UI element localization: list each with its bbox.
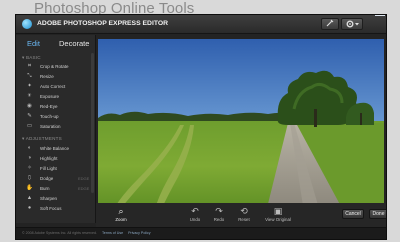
zoom-label: Zoom	[115, 217, 127, 222]
tool-highlight[interactable]: ◑ Highlight	[26, 154, 96, 163]
tool-label: Touch-up	[40, 114, 59, 119]
tools-icon[interactable]	[321, 18, 339, 30]
tool-label: Red-Eye	[40, 104, 58, 109]
mode-tabs: Edit Decorate	[16, 35, 96, 51]
footer-text: © 2008 Adobe Systems Inc. All rights res…	[22, 231, 151, 235]
photo-canvas[interactable]	[98, 39, 384, 212]
settings-menu-button[interactable]	[341, 18, 363, 30]
soft-focus-icon: ●	[27, 205, 32, 211]
tool-resize[interactable]: ⤡ Resize	[26, 72, 96, 81]
landscape-photo	[98, 39, 384, 212]
editor-bottom-toolbar: ⌕ Zoom ↶ Undo ↷ Redo ⟲ Reset ▣ View Orig…	[96, 203, 386, 227]
tool-exposure[interactable]: ☀ Exposure	[26, 92, 96, 101]
tab-edit[interactable]: Edit	[27, 39, 40, 48]
tool-crop-rotate[interactable]: ⌗ Crop & Rotate	[26, 62, 96, 71]
magnifier-icon: ⌕	[118, 206, 124, 216]
tool-hint: EDGE	[78, 186, 90, 191]
redo-icon: ↷	[215, 206, 223, 216]
tool-red-eye[interactable]: ◉ Red-Eye	[26, 102, 96, 111]
close-icon: ×	[378, 15, 383, 16]
undo-button[interactable]: ↶ Undo	[182, 206, 208, 226]
tool-label: Sharpen	[40, 196, 58, 201]
tab-decorate[interactable]: Decorate	[59, 39, 89, 48]
tool-label: Fill Light	[40, 166, 57, 171]
tool-soft-focus[interactable]: ● Soft Focus	[26, 204, 96, 213]
dodge-icon: ⬯	[27, 175, 32, 181]
touch-up-icon: ✎	[27, 113, 32, 119]
tools-icon-glyph	[326, 19, 334, 27]
undo-icon: ↶	[191, 206, 199, 216]
cancel-button[interactable]: Cancel	[342, 209, 364, 219]
tool-sharpen[interactable]: ▲ Sharpen	[26, 194, 96, 203]
resize-icon: ⤡	[27, 73, 32, 79]
tool-label: Highlight	[40, 156, 58, 161]
tool-label: Exposure	[40, 94, 60, 99]
view-original-icon: ▣	[273, 206, 283, 216]
photoshop-express-logo-icon	[22, 19, 32, 29]
tools-sidebar: Edit Decorate ▾ BASIC ⌗ Crop & Rotate ⤡ …	[16, 35, 96, 223]
view-original-button[interactable]: ▣ View Original	[259, 206, 297, 226]
highlight-icon: ◑	[27, 155, 32, 161]
undo-label: Undo	[189, 217, 201, 222]
tool-label: White Balance	[40, 146, 70, 151]
editor-footer: © 2008 Adobe Systems Inc. All rights res…	[16, 227, 386, 239]
tool-hint: EDGE	[78, 176, 90, 181]
redo-button[interactable]: ↷ Redo	[206, 206, 232, 226]
gear-icon	[346, 20, 359, 28]
copyright-text: © 2008 Adobe Systems Inc. All rights res…	[22, 231, 97, 235]
white-balance-icon: ◐	[27, 145, 32, 151]
exposure-icon: ☀	[27, 93, 32, 99]
sidebar-scrollbar[interactable]	[91, 53, 94, 193]
tool-fill-light[interactable]: ✧ Fill Light	[26, 164, 96, 173]
adjustments-section-header[interactable]: ▾ ADJUSTMENTS	[22, 136, 62, 142]
tool-label: Auto Correct	[40, 84, 66, 89]
editor-title-bar: ADOBE PHOTOSHOP EXPRESS EDITOR	[16, 15, 386, 34]
red-eye-icon: ◉	[27, 103, 32, 109]
basic-section-header[interactable]: ▾ BASIC	[22, 55, 41, 61]
tool-burn[interactable]: ✋ Burn EDGE	[26, 184, 96, 193]
privacy-policy-link[interactable]: Privacy Policy	[128, 231, 150, 235]
redo-label: Redo	[213, 217, 225, 222]
saturation-icon: ▭	[26, 123, 33, 129]
zoom-button[interactable]: ⌕ Zoom	[108, 206, 134, 226]
auto-correct-icon: ✦	[27, 83, 32, 89]
sharpen-icon: ▲	[26, 195, 33, 201]
fill-light-icon: ✧	[27, 165, 32, 171]
burn-icon: ✋	[26, 185, 33, 191]
tool-label: Resize	[40, 74, 54, 79]
reset-label: Reset	[238, 217, 250, 222]
tool-label: Crop & Rotate	[40, 64, 69, 69]
tool-white-balance[interactable]: ◐ White Balance	[26, 144, 96, 153]
tool-label: Soft Focus	[40, 206, 62, 211]
tool-touch-up[interactable]: ✎ Touch-up	[26, 112, 96, 121]
view-original-label: View Original	[265, 217, 291, 222]
editor-title: ADOBE PHOTOSHOP EXPRESS EDITOR	[37, 20, 169, 27]
tool-label: Dodge	[40, 176, 54, 181]
done-button[interactable]: Done	[369, 209, 386, 219]
photoshop-express-editor-window: ADOBE PHOTOSHOP EXPRESS EDITOR × Edit De…	[15, 14, 387, 240]
tool-auto-correct[interactable]: ✦ Auto Correct	[26, 82, 96, 91]
tool-saturation[interactable]: ▭ Saturation	[26, 122, 96, 131]
reset-button[interactable]: ⟲ Reset	[231, 206, 257, 226]
reset-icon: ⟲	[240, 206, 248, 216]
tool-dodge[interactable]: ⬯ Dodge EDGE	[26, 174, 96, 183]
crop-icon: ⌗	[27, 63, 32, 69]
close-button[interactable]: ×	[375, 15, 385, 16]
tool-label: Burn	[40, 186, 50, 191]
tool-label: Saturation	[40, 124, 61, 129]
terms-of-use-link[interactable]: Terms of Use	[102, 231, 123, 235]
